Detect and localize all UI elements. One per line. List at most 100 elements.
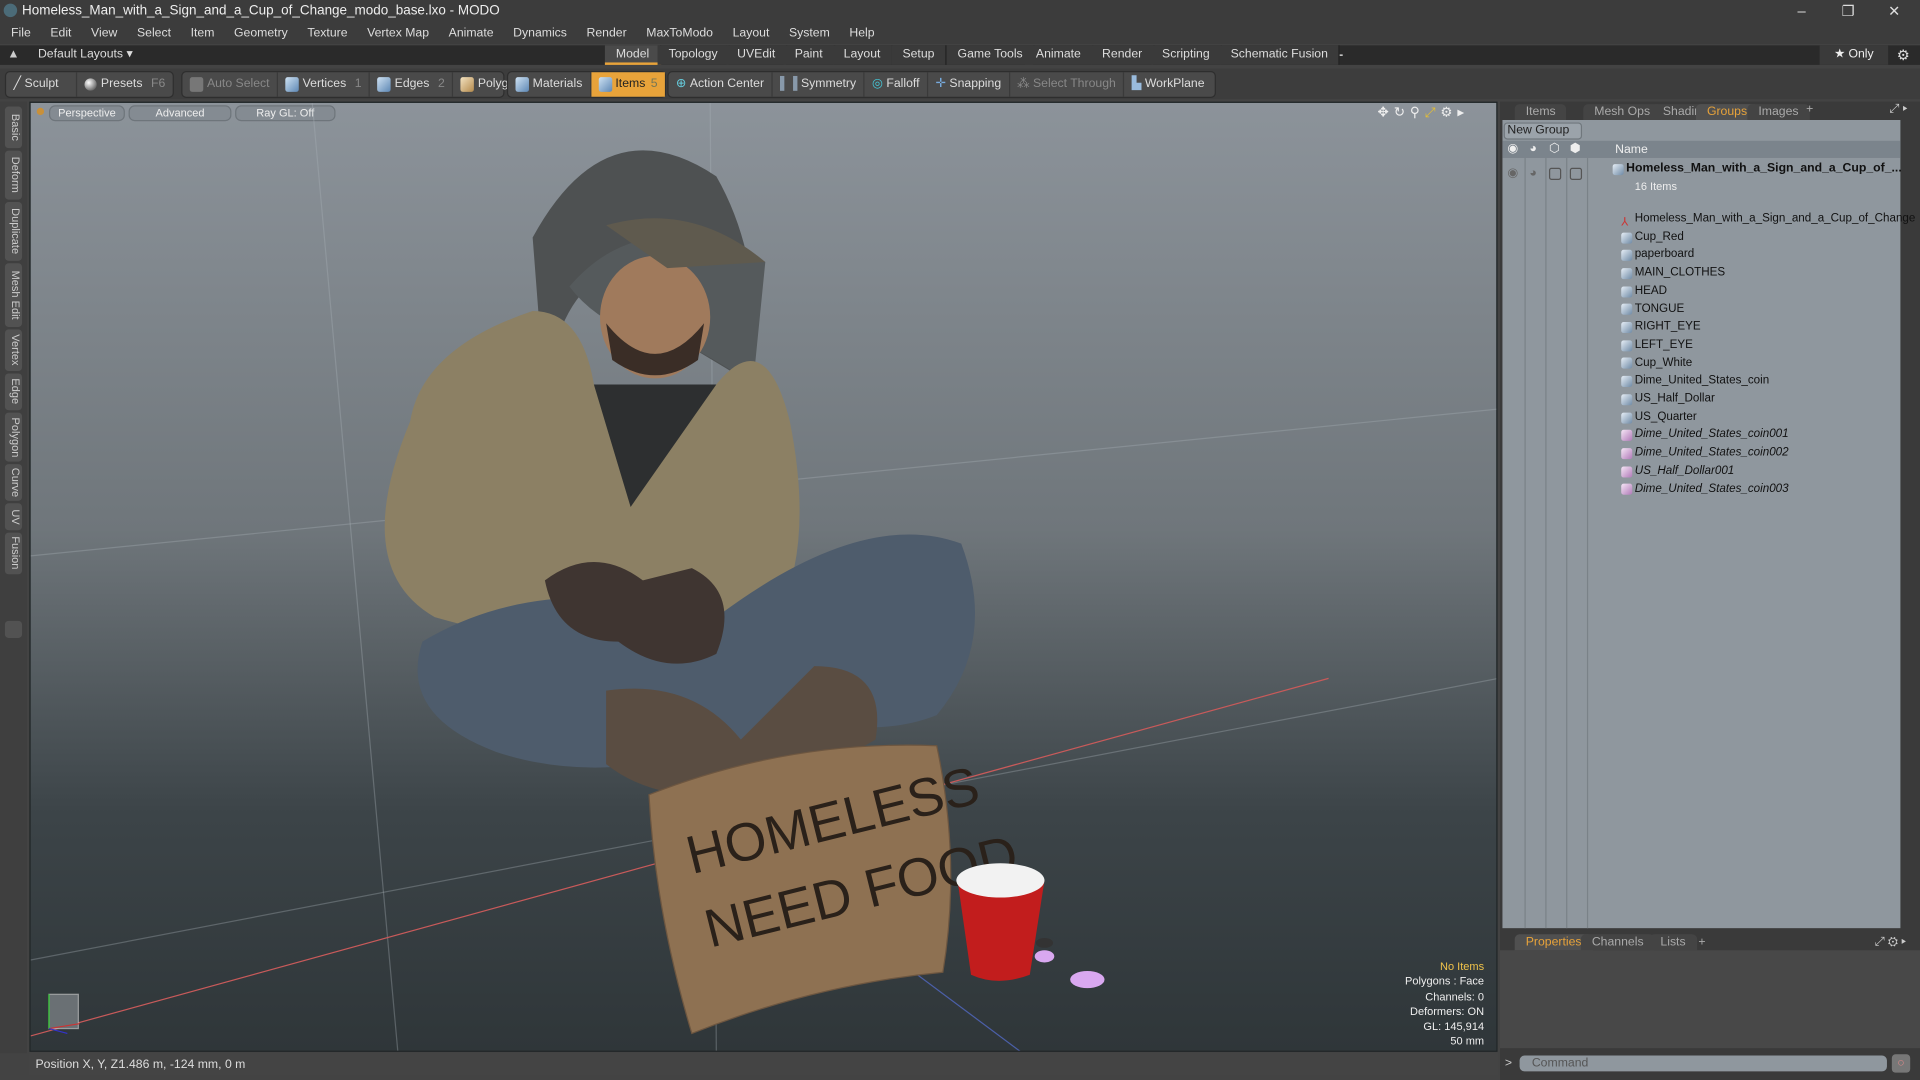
outliner-item[interactable]: LEFT_EYE [1621,337,1693,355]
new-group-button[interactable]: New Group [1503,122,1583,140]
tool-tab-mesh-edit[interactable]: Mesh Edit [4,263,22,327]
tool-tab-fusion[interactable]: Fusion [4,532,22,575]
minimize-button[interactable]: – [1798,2,1806,19]
panel-tab-images[interactable]: Images [1747,104,1810,121]
menu-render[interactable]: Render [576,22,636,44]
menu-vertex-map[interactable]: Vertex Map [356,22,438,44]
tool-tab-polygon[interactable]: Polygon [4,412,22,462]
outliner-item[interactable]: Dime_United_States_coin001 [1621,427,1789,445]
menu-file[interactable]: File [0,22,39,44]
menu-geometry[interactable]: Geometry [223,22,296,44]
sculpt-button[interactable]: ╱ Sculpt [6,72,78,97]
outliner-item[interactable]: HEAD [1621,283,1667,301]
group-row[interactable]: Homeless_Man_with_a_Sign_and_a_Cup_of_..… [1612,160,1902,178]
layout-tab-scripting[interactable]: Scripting [1151,45,1222,65]
select-through-button[interactable]: ⁂ Select Through [1010,72,1125,97]
panel-maximize-icon[interactable]: ⤢ ▸ [1889,103,1907,116]
auto-select-button[interactable]: Auto Select [182,72,279,97]
menu-dynamics[interactable]: Dynamics [502,22,575,44]
menu-help[interactable]: Help [838,22,883,44]
add-panel-tab-button[interactable]: + [1806,103,1813,116]
menu-item[interactable]: Item [180,22,223,44]
tool-tab-vertex[interactable]: Vertex [4,329,22,372]
outliner-item[interactable]: MAIN_CLOTHES [1621,265,1725,283]
panel-tab-mesh-ops[interactable]: Mesh Ops [1583,104,1662,121]
menu-maxtomodo[interactable]: MaxToModo [635,22,721,44]
tool-tab-basic[interactable]: Basic [4,106,22,149]
workplane-label: WorkPlane [1144,77,1205,91]
symmetry-button[interactable]: ▌▐ Symmetry [773,72,865,97]
tool-tab-duplicate[interactable]: Duplicate [4,202,22,261]
layout-up-icon[interactable]: ▲ [7,48,19,61]
group-visibility-toggle[interactable]: ◉ [1507,167,1518,180]
outliner-item[interactable]: US_Half_Dollar [1621,391,1715,409]
layout-tab-layout[interactable]: Layout [832,45,893,65]
restore-button[interactable]: ❐ [1842,2,1855,19]
bottom-tab-lists[interactable]: Lists [1649,934,1697,951]
layout-tab-paint[interactable]: Paint [783,45,835,65]
group-lock-toggle[interactable] [1548,167,1562,181]
outliner-item[interactable]: US_Half_Dollar001 [1621,463,1734,481]
command-history-icon[interactable]: ○ [1891,1054,1911,1073]
outliner-item[interactable]: ⅄ Homeless_Man_with_a_Sign_and_a_Cup_of_C… [1621,211,1915,229]
tool-tab-curve[interactable]: Curve [4,464,22,501]
outliner-item[interactable]: paperboard [1621,247,1694,265]
snapping-label: Snapping [949,77,1002,91]
layout-tab-model[interactable]: Model [604,45,662,65]
layout-tab-topology[interactable]: Topology [657,45,730,65]
outliner-item[interactable]: Dime_United_States_coin003 [1621,481,1789,499]
items-button[interactable]: Items 5 [590,72,665,97]
menu-select[interactable]: Select [126,22,180,44]
menu-layout[interactable]: Layout [722,22,778,44]
menu-texture[interactable]: Texture [296,22,356,44]
layout-tab-setup[interactable]: Setup [891,45,947,65]
layout-tab-game-tools[interactable]: Game Tools [946,45,1035,65]
bottom-tab-channels[interactable]: Channels [1580,934,1655,951]
edges-button[interactable]: Edges 2 [370,72,454,97]
menu-system[interactable]: System [778,22,838,44]
tool-tab-extra-button[interactable] [4,620,23,638]
only-toggle[interactable]: ★ Only [1819,45,1889,65]
menu-animate[interactable]: Animate [438,22,503,44]
layout-tab-schematic-fusion[interactable]: Schematic Fusion [1219,45,1341,65]
menu-view[interactable]: View [80,22,126,44]
outliner-item[interactable]: Cup_Red [1621,229,1684,247]
outliner-item[interactable]: Cup_White [1621,355,1692,373]
properties-panel-controls[interactable]: ⤢ ⚙ ▸ [1875,936,1906,949]
render-column-icon[interactable]: ◕ [1529,142,1536,155]
vertices-button[interactable]: Vertices 1 [278,72,371,97]
presets-button[interactable]: Presets F6 [78,72,173,96]
materials-button[interactable]: Materials [508,72,591,97]
gear-icon[interactable]: ⚙ [1897,47,1910,64]
tool-tab-edge[interactable]: Edge [4,373,22,411]
name-column-header[interactable]: Name [1615,143,1648,156]
tool-tab-uv[interactable]: UV [4,503,22,531]
tool-tab-deform[interactable]: Deform [4,150,22,200]
layout-tab-animate[interactable]: Animate [1024,45,1094,65]
layout-tab-render[interactable]: Render [1091,45,1155,65]
outliner-item[interactable]: TONGUE [1621,301,1684,319]
group-select-toggle[interactable] [1569,167,1583,181]
menu-edit[interactable]: Edit [39,22,80,44]
close-button[interactable]: ✕ [1888,2,1900,19]
select-column-icon[interactable]: ⬢ [1570,142,1581,155]
lock-column-icon[interactable]: ⬡ [1549,142,1560,155]
command-input[interactable]: Command [1519,1055,1887,1072]
group-render-toggle[interactable]: ◕ [1529,167,1536,180]
panel-tab-items[interactable]: Items [1514,104,1567,121]
falloff-button[interactable]: ◎ Falloff [865,72,929,97]
outliner-item[interactable]: Dime_United_States_coin002 [1621,445,1789,463]
action-center-button[interactable]: ⊕ Action Center [669,72,773,97]
layout-tab-uvedit[interactable]: UVEdit [726,45,788,65]
workplane-button[interactable]: ▙ WorkPlane [1124,72,1211,96]
sphere-icon [85,78,98,91]
outliner-item[interactable]: RIGHT_EYE [1621,319,1701,337]
visibility-column-icon[interactable]: ◉ [1507,142,1518,155]
mesh-icon [1621,268,1633,280]
snapping-button[interactable]: ✛ Snapping [928,72,1010,97]
default-layouts-dropdown[interactable]: Default Layouts ▾ [38,48,133,61]
outliner-item[interactable]: Dime_United_States_coin [1621,373,1769,391]
add-bottom-tab-button[interactable]: + [1698,936,1705,949]
outliner-item[interactable]: US_Quarter [1621,409,1697,427]
3d-viewport[interactable]: Perspective Advanced Ray GL: Off ✥↻⚲⤢⚙▸ [29,101,1498,1052]
